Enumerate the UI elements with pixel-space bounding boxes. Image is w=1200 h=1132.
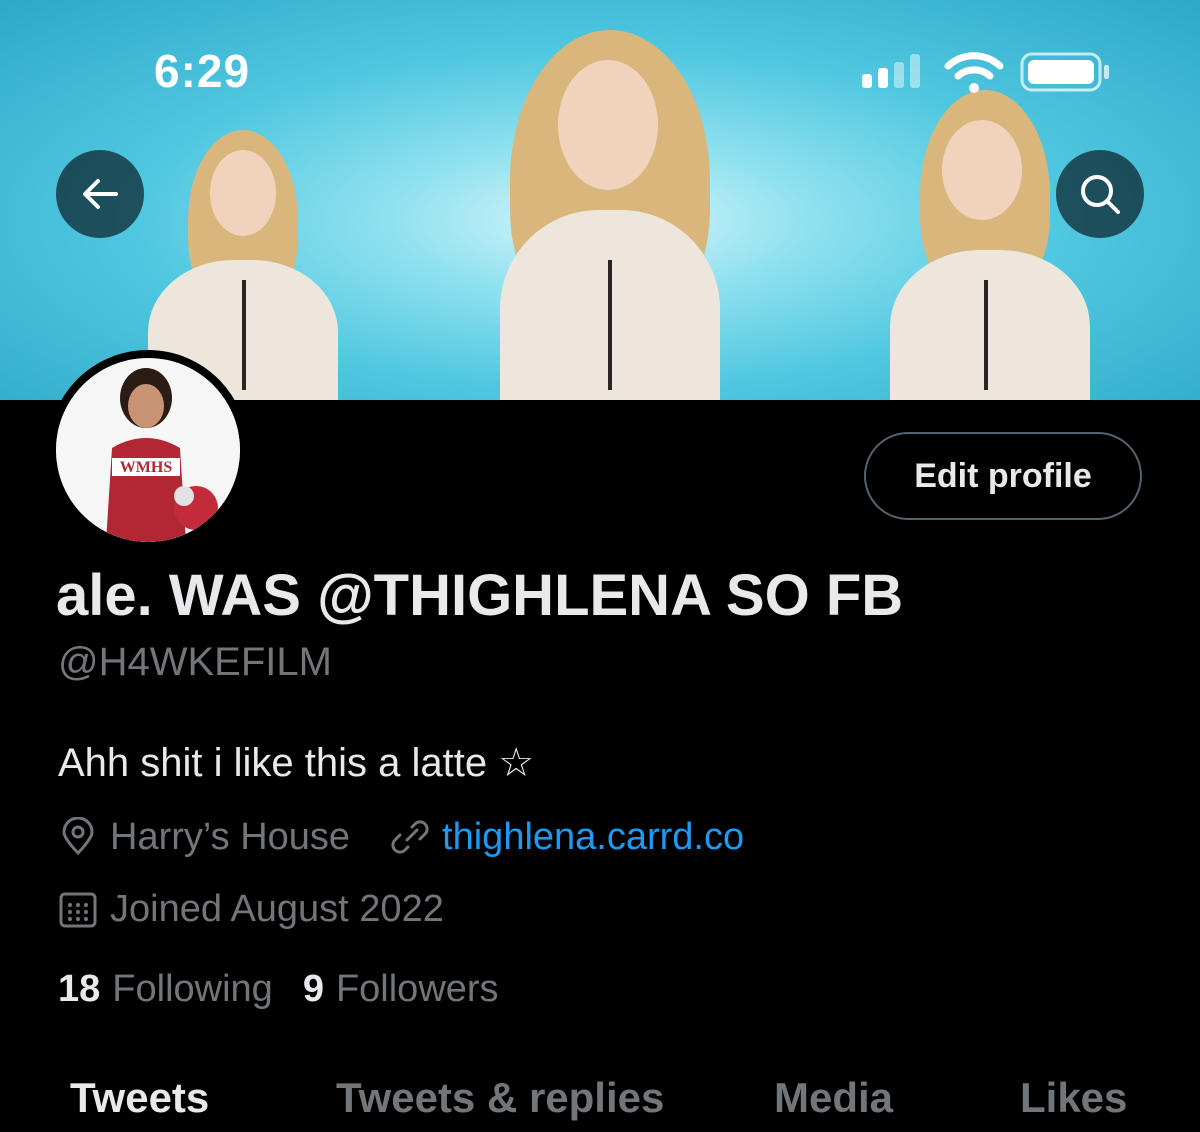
profile-meta-joined: Joined August 2022 bbox=[58, 884, 444, 934]
banner-photo-center bbox=[470, 20, 750, 400]
profile-joined-date: Joined August 2022 bbox=[110, 887, 444, 930]
avatar-jersey-text: WMHS bbox=[120, 459, 173, 476]
profile-meta-location-link: Harry’s House thighlena.carrd.co bbox=[58, 812, 744, 862]
back-button[interactable] bbox=[56, 150, 144, 238]
status-time: 6:29 bbox=[154, 45, 251, 97]
profile-location: Harry’s House bbox=[110, 815, 351, 858]
tab-tweets[interactable]: Tweets bbox=[70, 1074, 209, 1122]
avatar-photo: WMHS bbox=[56, 358, 240, 542]
edit-profile-button[interactable]: Edit profile bbox=[864, 432, 1142, 520]
followers-link[interactable]: 9 Followers bbox=[303, 968, 499, 1011]
battery-icon bbox=[1020, 52, 1109, 92]
tab-media[interactable]: Media bbox=[774, 1074, 893, 1122]
followers-count: 9 bbox=[302, 968, 324, 1010]
user-handle: @H4WKEFILM bbox=[58, 640, 332, 684]
avatar-illustration: WMHS bbox=[56, 358, 240, 542]
follow-stats: 18 Following 9 Followers bbox=[58, 968, 499, 1011]
following-count: 18 bbox=[58, 968, 101, 1010]
profile-banner[interactable]: 6:29 bbox=[0, 0, 1200, 400]
tab-tweets-and-replies[interactable]: Tweets & replies bbox=[336, 1074, 664, 1122]
search-icon bbox=[1081, 175, 1120, 214]
profile-bio: Ahh shit i like this a latte ☆ bbox=[58, 741, 535, 785]
link-icon bbox=[391, 820, 429, 854]
following-label: Following bbox=[112, 968, 273, 1010]
search-button[interactable] bbox=[1056, 150, 1144, 238]
profile-website-link[interactable]: thighlena.carrd.co bbox=[442, 816, 744, 859]
cellular-signal-icon bbox=[862, 54, 920, 88]
profile-tabs: Tweets Tweets & replies Media Likes bbox=[0, 1060, 1200, 1132]
avatar[interactable]: WMHS bbox=[48, 350, 248, 550]
arrow-left-icon bbox=[83, 179, 118, 209]
display-name: ale. WAS @THIGHLENA SO FB bbox=[56, 563, 904, 628]
calendar-icon bbox=[59, 892, 97, 928]
banner-photo-right bbox=[880, 80, 1100, 400]
location-pin-icon bbox=[62, 817, 94, 856]
followers-label: Followers bbox=[335, 968, 499, 1010]
wifi-icon bbox=[944, 52, 1004, 93]
tab-likes[interactable]: Likes bbox=[1020, 1074, 1127, 1122]
profile-screen: 6:29 WMHS Edit profile ale. WAS @THIGHLE… bbox=[0, 0, 1200, 1132]
following-link[interactable]: 18 Following bbox=[58, 968, 273, 1011]
